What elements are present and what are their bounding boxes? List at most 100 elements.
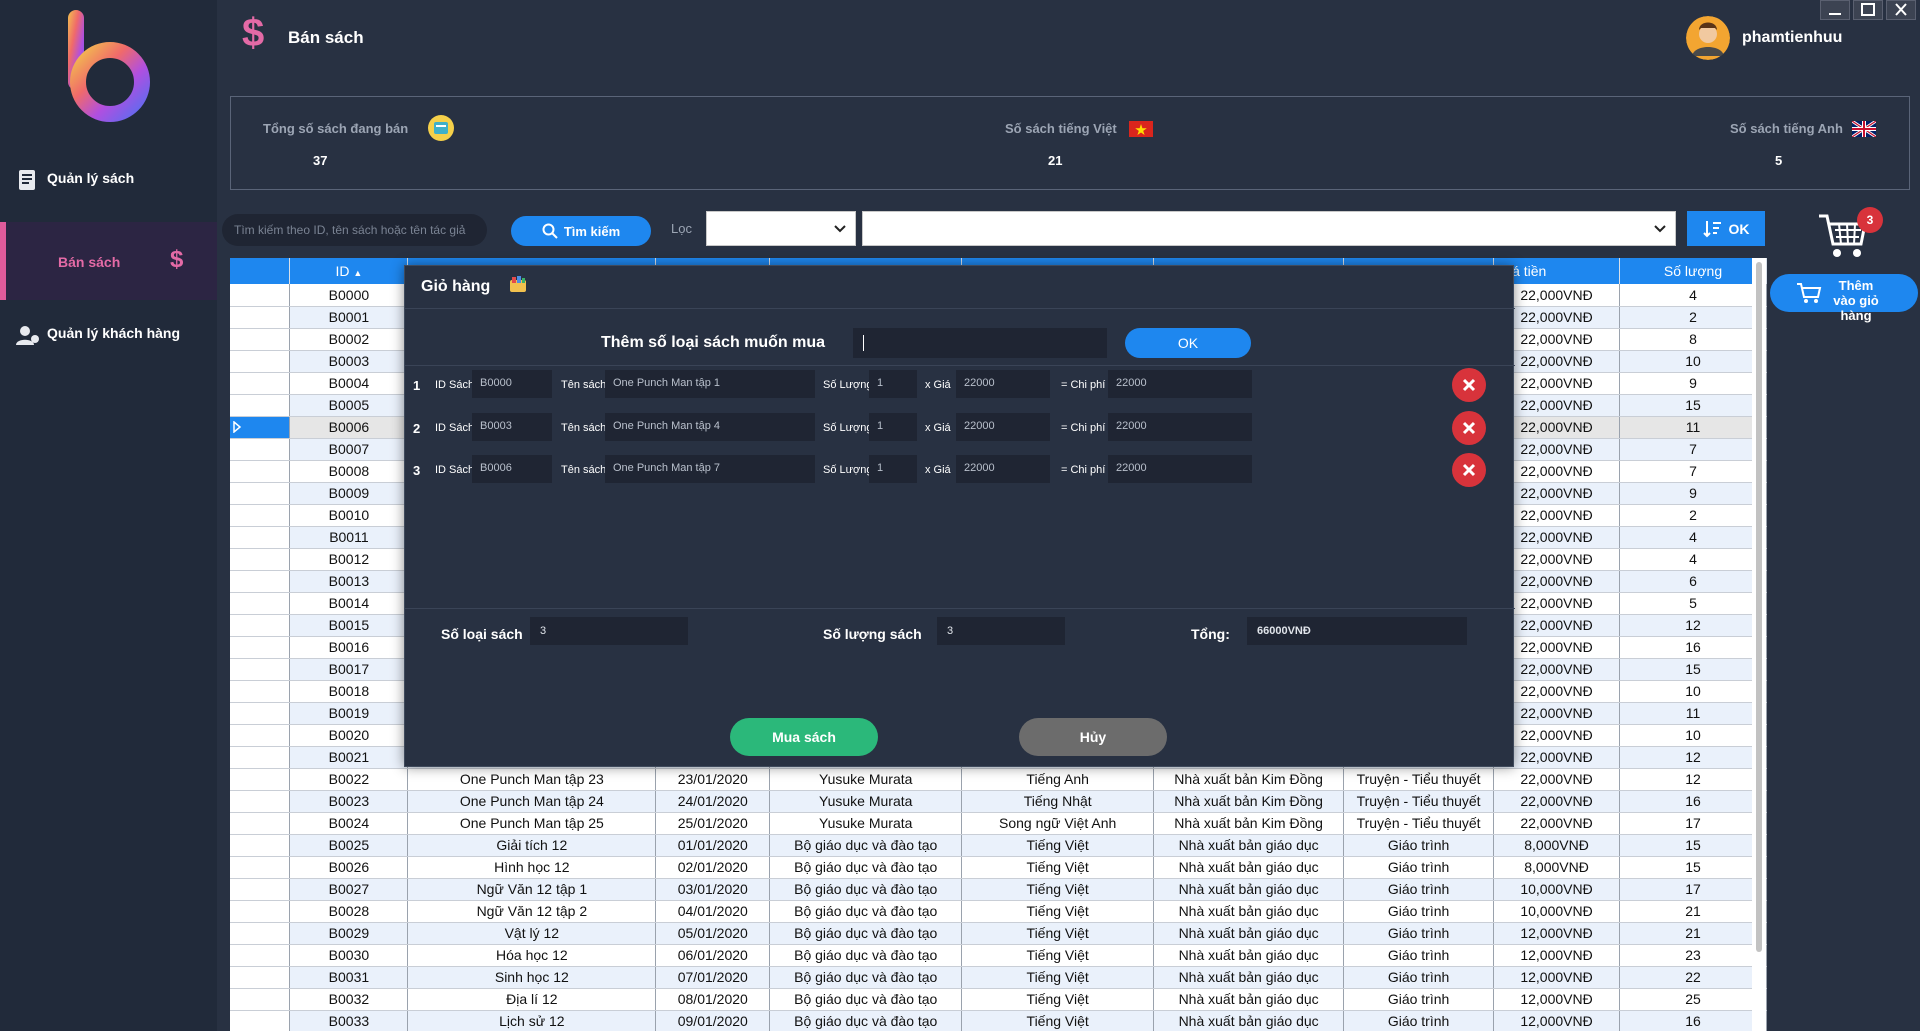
table-cell[interactable]: B0011 (289, 526, 409, 549)
table-cell[interactable]: B0014 (289, 592, 409, 615)
table-cell[interactable]: 06/01/2020 (655, 944, 771, 967)
search-button[interactable]: Tìm kiếm (511, 216, 651, 246)
table-cell[interactable]: Nhà xuất bản giáo dục (1153, 900, 1345, 923)
table-cell[interactable]: Ngữ Văn 12 tập 2 (407, 900, 657, 923)
table-cell[interactable]: Giáo trình (1343, 922, 1495, 945)
table-row[interactable]: B0022 One Punch Man tập 23 23/01/2020 Yusuk… (230, 768, 1767, 791)
table-cell[interactable]: B0003 (289, 350, 409, 373)
table-cell[interactable]: 23/01/2020 (655, 768, 771, 791)
table-cell[interactable]: 10 (1619, 680, 1767, 703)
username[interactable]: phamtienhuu (1742, 29, 1842, 47)
row-header[interactable] (230, 724, 291, 747)
table-cell[interactable]: 4 (1619, 526, 1767, 549)
table-cell[interactable]: B0008 (289, 460, 409, 483)
table-cell[interactable]: B0024 (289, 812, 409, 835)
row-header[interactable] (230, 790, 291, 813)
table-cell[interactable]: B0033 (289, 1010, 409, 1031)
table-cell[interactable]: B0021 (289, 746, 409, 769)
table-cell[interactable]: 07/01/2020 (655, 966, 771, 989)
table-cell[interactable]: Bộ giáo dục và đào tạo (769, 922, 963, 945)
sort-ok-button[interactable]: OK (1687, 211, 1765, 246)
table-cell[interactable]: Giải tích 12 (407, 834, 657, 857)
table-cell[interactable]: 10 (1619, 724, 1767, 747)
table-cell[interactable]: 22,000VNĐ (1493, 768, 1621, 791)
table-cell[interactable]: Tiếng Việt (961, 966, 1155, 989)
table-cell[interactable]: 9 (1619, 482, 1767, 505)
row-header[interactable] (230, 702, 291, 725)
row-header[interactable] (230, 1010, 291, 1031)
table-cell[interactable]: 12 (1619, 768, 1767, 791)
table-cell[interactable]: B0022 (289, 768, 409, 791)
table-cell[interactable]: 15 (1619, 856, 1767, 879)
row-header[interactable] (230, 812, 291, 835)
search-input[interactable] (222, 214, 487, 246)
table-cell[interactable]: B0009 (289, 482, 409, 505)
table-cell[interactable]: Bộ giáo dục và đào tạo (769, 966, 963, 989)
table-cell[interactable]: 12,000VNĐ (1493, 944, 1621, 967)
table-cell[interactable]: B0001 (289, 306, 409, 329)
table-cell[interactable]: B0004 (289, 372, 409, 395)
book-type-count-input[interactable] (853, 328, 1107, 358)
table-row[interactable]: B0030 Hóa học 12 06/01/2020 Bộ giáo dục và … (230, 944, 1767, 967)
table-cell[interactable]: 03/01/2020 (655, 878, 771, 901)
table-cell[interactable]: Giáo trình (1343, 900, 1495, 923)
table-cell[interactable]: 24/01/2020 (655, 790, 771, 813)
table-cell[interactable]: Tiếng Việt (961, 922, 1155, 945)
table-cell[interactable]: 12,000VNĐ (1493, 922, 1621, 945)
table-cell[interactable]: B0030 (289, 944, 409, 967)
table-scrollbar[interactable] (1752, 258, 1766, 1031)
table-cell[interactable]: Nhà xuất bản giáo dục (1153, 988, 1345, 1011)
table-cell[interactable]: Tiếng Việt (961, 988, 1155, 1011)
table-row[interactable]: B0029 Vật lý 12 05/01/2020 Bộ giáo dục và đ… (230, 922, 1767, 945)
table-cell[interactable]: B0000 (289, 284, 409, 307)
table-cell[interactable]: B0013 (289, 570, 409, 593)
table-cell[interactable]: 12 (1619, 746, 1767, 769)
row-header[interactable] (230, 592, 291, 615)
table-cell[interactable]: 5 (1619, 592, 1767, 615)
table-cell[interactable]: Yusuke Murata (769, 768, 963, 791)
table-cell[interactable]: 16 (1619, 636, 1767, 659)
quantity-field[interactable]: 1 (869, 413, 917, 441)
table-cell[interactable]: Nhà xuất bản giáo dục (1153, 1010, 1345, 1031)
qty-ok-button[interactable]: OK (1125, 328, 1251, 358)
buy-button[interactable]: Mua sách (730, 718, 878, 756)
row-header[interactable] (230, 922, 291, 945)
table-cell[interactable]: Ngữ Văn 12 tập 1 (407, 878, 657, 901)
table-cell[interactable]: Truyện - Tiểu thuyết (1343, 790, 1495, 813)
table-cell[interactable]: 16 (1619, 790, 1767, 813)
remove-item-button[interactable] (1452, 453, 1486, 487)
table-cell[interactable]: Hình học 12 (407, 856, 657, 879)
table-cell[interactable]: Bộ giáo dục và đào tạo (769, 834, 963, 857)
table-cell[interactable]: One Punch Man tập 23 (407, 768, 657, 791)
table-row[interactable]: B0028 Ngữ Văn 12 tập 2 04/01/2020 Bộ giáo d… (230, 900, 1767, 923)
row-header[interactable] (230, 482, 291, 505)
table-cell[interactable]: Bộ giáo dục và đào tạo (769, 856, 963, 879)
row-header[interactable] (230, 306, 291, 329)
row-header[interactable] (230, 372, 291, 395)
table-row[interactable]: B0023 One Punch Man tập 24 24/01/2020 Yusuk… (230, 790, 1767, 813)
table-cell[interactable]: B0016 (289, 636, 409, 659)
table-cell[interactable]: B0028 (289, 900, 409, 923)
table-cell[interactable]: Nhà xuất bản giáo dục (1153, 966, 1345, 989)
row-header[interactable] (230, 504, 291, 527)
table-cell[interactable]: Tiếng Việt (961, 834, 1155, 857)
table-row[interactable]: B0026 Hình học 12 02/01/2020 Bộ giáo dục và… (230, 856, 1767, 879)
table-cell[interactable]: 10,000VNĐ (1493, 900, 1621, 923)
table-cell[interactable]: Lịch sử 12 (407, 1010, 657, 1031)
table-cell[interactable]: 9 (1619, 372, 1767, 395)
table-cell[interactable]: B0006 (289, 416, 409, 439)
remove-item-button[interactable] (1452, 411, 1486, 445)
row-header[interactable] (230, 658, 291, 681)
table-cell[interactable]: 17 (1619, 878, 1767, 901)
table-cell[interactable]: 17 (1619, 812, 1767, 835)
table-cell[interactable]: Bộ giáo dục và đào tạo (769, 988, 963, 1011)
row-header[interactable] (230, 394, 291, 417)
row-header[interactable] (230, 988, 291, 1011)
table-cell[interactable]: 4 (1619, 284, 1767, 307)
table-cell[interactable]: 12 (1619, 614, 1767, 637)
table-cell[interactable]: B0020 (289, 724, 409, 747)
table-cell[interactable]: B0018 (289, 680, 409, 703)
cancel-button[interactable]: Hủy (1019, 718, 1167, 756)
row-header[interactable] (230, 460, 291, 483)
sidebar-item-customer-management[interactable]: Quản lý khách hàng (0, 303, 217, 363)
